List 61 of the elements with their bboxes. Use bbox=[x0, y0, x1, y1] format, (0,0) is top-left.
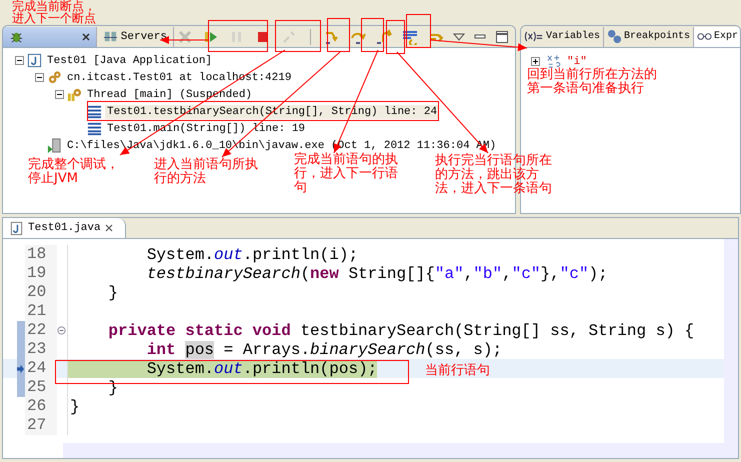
servers-icon bbox=[102, 29, 118, 44]
java-file-icon bbox=[9, 220, 24, 236]
skip-icon bbox=[177, 28, 193, 44]
fold-toggle-icon[interactable] bbox=[57, 326, 66, 335]
line-number: 26 bbox=[25, 397, 57, 416]
line-number: 21 bbox=[25, 302, 57, 321]
annotation-text: 完成当前断点，进入下一个断点 bbox=[12, 0, 97, 24]
line-number: 20 bbox=[25, 283, 57, 302]
editor-tab[interactable]: Test01.java bbox=[3, 218, 126, 238]
code-line: private static void testbinarySearch(String[] ss, String s) { bbox=[107, 322, 694, 340]
annotation-text: 执行完当行语句所在的方法，跳出该方法，进入下一条语句 bbox=[435, 154, 553, 196]
annotation-text: 回到当前行所在方法的第一条语句准备执行 bbox=[527, 68, 658, 96]
thread-icon bbox=[67, 87, 82, 102]
stack-frame-icon bbox=[87, 104, 102, 119]
expression-item[interactable]: "i" bbox=[567, 56, 587, 68]
maximize-icon[interactable] bbox=[493, 30, 511, 44]
annotation-text: 进入当前语句所执行的方法 bbox=[154, 158, 259, 186]
view-tab[interactable] bbox=[3, 26, 97, 46]
line-number: 27 bbox=[25, 416, 57, 435]
code-line: } bbox=[107, 284, 118, 302]
expand-toggle-icon[interactable] bbox=[531, 57, 540, 66]
stack-frame-icon bbox=[87, 121, 102, 136]
highlight-box bbox=[208, 20, 268, 52]
close-icon[interactable] bbox=[104, 224, 113, 232]
annotation-text: 完成整个调试，停止JVM bbox=[28, 158, 120, 186]
code-line: testbinarySearch(new String[]{"a","b","c"},"c"); bbox=[146, 264, 608, 282]
vertical-scrollbar[interactable] bbox=[724, 239, 738, 443]
expand-toggle-icon[interactable] bbox=[35, 73, 44, 82]
highlight-box bbox=[386, 20, 405, 54]
line-number: 18 bbox=[25, 245, 57, 264]
expand-toggle-icon[interactable] bbox=[55, 90, 64, 99]
expand-toggle-icon[interactable] bbox=[15, 56, 24, 65]
variables-icon bbox=[524, 31, 544, 42]
code-line: System.out.println(i); bbox=[146, 246, 358, 264]
annotation-text: 当前行语句 bbox=[425, 364, 491, 378]
code-line: int pos = Arrays.binarySearch(ss, s); bbox=[146, 340, 502, 358]
expression-icon bbox=[546, 54, 561, 69]
code-line: } bbox=[69, 398, 80, 416]
disconnect-icon bbox=[281, 28, 297, 44]
line-number: 24 bbox=[25, 359, 57, 378]
close-icon[interactable] bbox=[82, 32, 90, 40]
line-number: 23 bbox=[25, 340, 57, 359]
tree-item[interactable]: Test01 [Java Application] bbox=[45, 54, 214, 68]
line-number: 22 bbox=[25, 321, 57, 340]
view-tab[interactable]: Variables bbox=[521, 26, 604, 46]
gears-icon bbox=[47, 70, 62, 85]
drop-to-frame-icon bbox=[402, 28, 418, 44]
breakpoints-icon bbox=[607, 29, 622, 44]
highlight-box bbox=[275, 20, 321, 52]
process-icon bbox=[47, 138, 62, 153]
line-number: 25 bbox=[25, 378, 57, 397]
step-return-icon bbox=[376, 28, 392, 44]
annotation-text: 完成当前语句的执行，进入下一行语句 bbox=[294, 153, 399, 195]
view-menu-icon[interactable] bbox=[451, 32, 467, 40]
java-app-icon bbox=[27, 53, 42, 68]
highlight-box bbox=[327, 18, 350, 52]
highlight-box bbox=[361, 18, 384, 52]
view-tab[interactable]: Expr bbox=[694, 26, 740, 46]
horizontal-scrollbar[interactable] bbox=[63, 443, 738, 458]
line-number: 19 bbox=[25, 264, 57, 283]
highlight-box bbox=[406, 14, 431, 48]
